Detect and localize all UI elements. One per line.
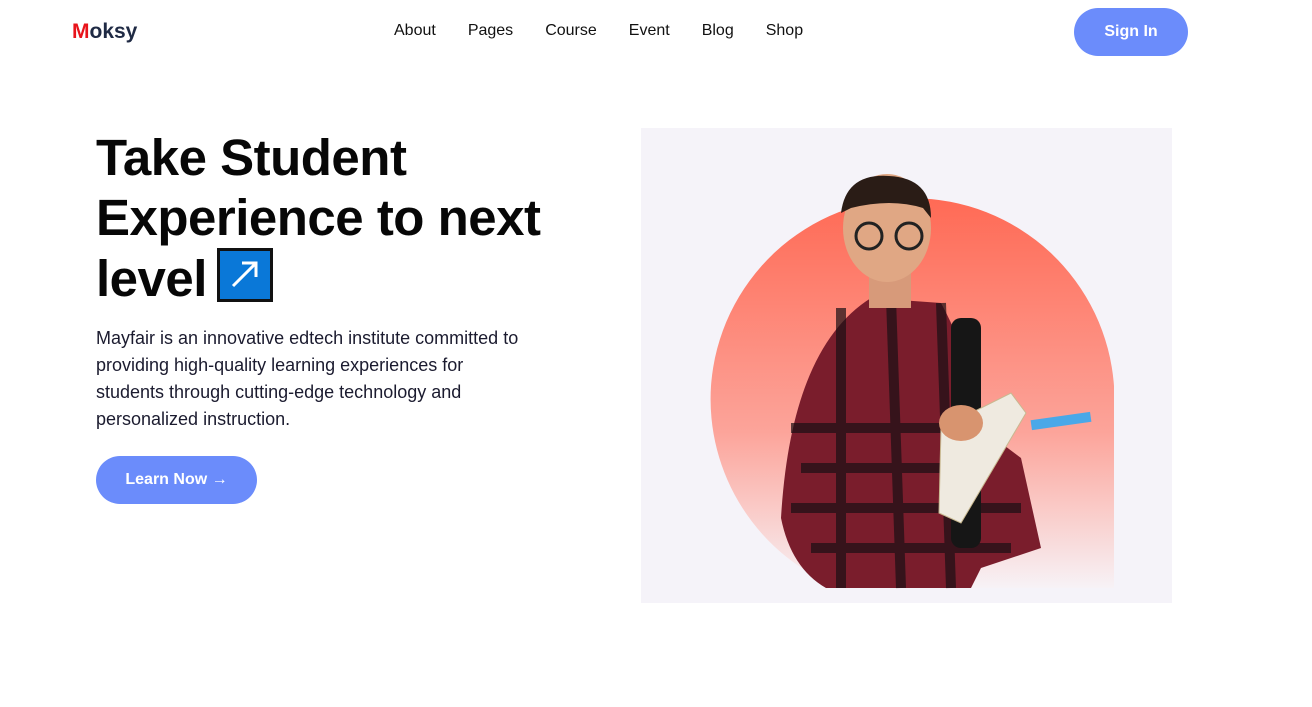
hero-image <box>641 128 1172 603</box>
nav-event[interactable]: Event <box>629 22 670 40</box>
arrow-up-right-icon <box>216 248 273 302</box>
sign-in-button[interactable]: Sign In <box>1074 8 1188 56</box>
main-nav: About Pages Course Event Blog Shop <box>394 22 835 40</box>
nav-course[interactable]: Course <box>545 22 597 40</box>
nav-pages[interactable]: Pages <box>468 22 513 40</box>
hero-description: Mayfair is an innovative edtech institut… <box>96 328 519 429</box>
logo[interactable]: Moksy <box>72 20 137 44</box>
learn-now-button[interactable]: Learn Now → <box>96 456 257 504</box>
nav-about[interactable]: About <box>394 22 436 40</box>
nav-blog[interactable]: Blog <box>702 22 734 40</box>
nav-shop[interactable]: Shop <box>766 22 803 40</box>
hero-title: Take Student Experience to next level <box>96 129 541 307</box>
